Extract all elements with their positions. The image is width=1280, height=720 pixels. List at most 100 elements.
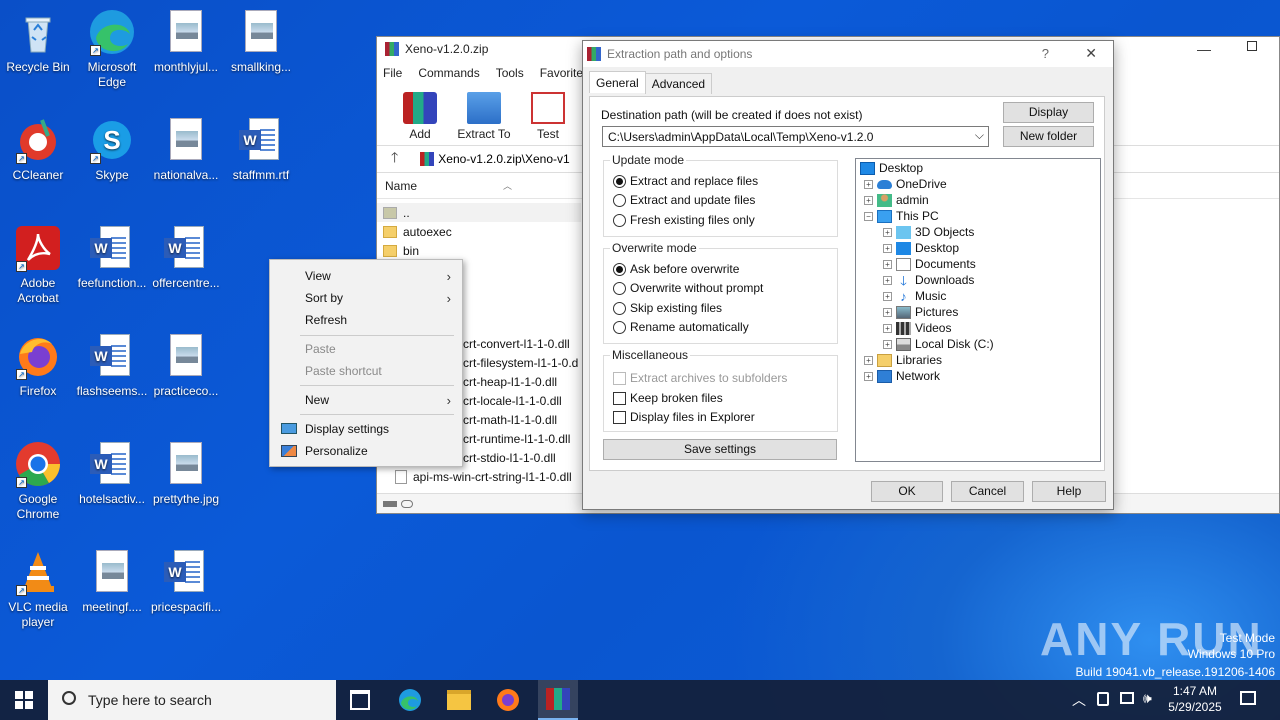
desktop-icon-file[interactable]: W pricespacifi... bbox=[148, 548, 224, 615]
tree-item-this-pc[interactable]: − This PC bbox=[864, 208, 939, 224]
tree-item-downloads[interactable]: + 🡓 Downloads bbox=[883, 272, 974, 288]
usb-icon[interactable] bbox=[1097, 692, 1109, 706]
checkbox-extract-subfolders[interactable]: Extract archives to subfolders bbox=[613, 371, 787, 385]
menu-item-sort-by[interactable]: Sort by › bbox=[271, 287, 461, 309]
desktop-icon-skype[interactable]: S ↗ Skype bbox=[74, 116, 150, 183]
tree-item-desktop[interactable]: Desktop bbox=[860, 160, 923, 176]
desktop-icon-recycle-bin[interactable]: Recycle Bin bbox=[0, 8, 76, 75]
tab-advanced[interactable]: Advanced bbox=[644, 73, 713, 94]
expand-icon[interactable]: + bbox=[864, 179, 873, 189]
close-icon[interactable]: ✕ bbox=[1085, 45, 1097, 62]
taskbar-search-box[interactable]: Type here to search bbox=[48, 680, 336, 720]
maximize-icon[interactable] bbox=[1247, 41, 1257, 51]
chevron-up-icon[interactable]: ︿ bbox=[1072, 690, 1086, 710]
desktop-icon-file[interactable]: practiceco... bbox=[148, 332, 224, 399]
radio-extract-update[interactable]: Extract and update files bbox=[613, 193, 755, 207]
desktop-icon-file[interactable]: W hotelsactiv... bbox=[74, 440, 150, 507]
menu-commands[interactable]: Commands bbox=[418, 66, 479, 80]
radio-overwrite-no-prompt[interactable]: Overwrite without prompt bbox=[613, 281, 763, 295]
desktop-icon-file[interactable]: prettythe.jpg bbox=[148, 440, 224, 507]
ok-button[interactable]: OK bbox=[871, 481, 943, 502]
tree-item-onedrive[interactable]: + OneDrive bbox=[864, 176, 947, 192]
desktop-icon-file[interactable]: W staffmm.rtf bbox=[223, 116, 299, 183]
list-item[interactable]: api-ms-win-crt-string-l1-1-0.dll bbox=[377, 467, 578, 486]
expand-icon[interactable]: + bbox=[883, 291, 892, 301]
notification-icon[interactable] bbox=[1240, 691, 1256, 705]
expand-icon[interactable]: + bbox=[883, 307, 892, 317]
destination-path-combo[interactable]: C:\Users\admin\AppData\Local\Temp\Xeno-v… bbox=[602, 126, 989, 147]
menu-item-new[interactable]: New › bbox=[271, 389, 461, 411]
expand-icon[interactable]: + bbox=[883, 227, 892, 237]
expand-icon[interactable]: + bbox=[883, 323, 892, 333]
up-arrow-icon[interactable]: 🡑 bbox=[391, 147, 398, 171]
menu-item-personalize[interactable]: Personalize bbox=[271, 440, 461, 462]
tree-item-3d-objects[interactable]: +3D Objects bbox=[883, 224, 974, 240]
archive-path[interactable]: Xeno-v1.2.0.zip\Xeno-v1 bbox=[420, 152, 570, 166]
menu-item-view[interactable]: View › bbox=[271, 265, 461, 287]
help-button[interactable]: Help bbox=[1032, 481, 1106, 502]
desktop-icon-file[interactable]: W offercentre... bbox=[148, 224, 224, 291]
tree-item-network[interactable]: + Network bbox=[864, 368, 940, 384]
menu-tools[interactable]: Tools bbox=[496, 66, 524, 80]
tree-item-videos[interactable]: + Videos bbox=[883, 320, 951, 336]
menu-file[interactable]: File bbox=[383, 66, 402, 80]
folder-tree[interactable]: Desktop + OneDrive + admin − This PC +3D Ob… bbox=[855, 158, 1101, 462]
desktop-icon-file[interactable]: smallking... bbox=[223, 8, 299, 75]
expand-icon[interactable]: + bbox=[864, 371, 873, 381]
menu-item-refresh[interactable]: Refresh bbox=[271, 309, 461, 331]
checkbox-keep-broken[interactable]: Keep broken files bbox=[613, 391, 723, 405]
clock[interactable]: 1:47 AM 5/29/2025 bbox=[1164, 683, 1226, 715]
minimize-icon[interactable]: — bbox=[1197, 41, 1211, 57]
menu-item-display-settings[interactable]: Display settings bbox=[271, 418, 461, 440]
menu-item-paste-shortcut[interactable]: Paste shortcut bbox=[271, 360, 461, 382]
desktop-icon-chrome[interactable]: ↗ Google Chrome bbox=[0, 440, 76, 522]
add-button[interactable]: Add bbox=[391, 92, 449, 141]
desktop-icon-file[interactable]: W flashseems... bbox=[74, 332, 150, 399]
desktop-icon-firefox[interactable]: ↗ Firefox bbox=[0, 332, 76, 399]
radio-fresh-existing[interactable]: Fresh existing files only bbox=[613, 213, 755, 227]
volume-icon[interactable]: 🕪 bbox=[1143, 690, 1152, 707]
desktop-icon-file[interactable]: W feefunction... bbox=[74, 224, 150, 291]
tree-item-music[interactable]: + ♪ Music bbox=[883, 288, 946, 304]
collapse-icon[interactable]: − bbox=[864, 211, 873, 221]
tree-item-admin[interactable]: + admin bbox=[864, 192, 929, 208]
desktop-icon-ccleaner[interactable]: ↗ CCleaner bbox=[0, 116, 76, 183]
tab-general[interactable]: General bbox=[589, 71, 646, 93]
save-settings-button[interactable]: Save settings bbox=[603, 439, 837, 460]
tree-item-documents[interactable]: + Documents bbox=[883, 256, 976, 272]
desktop-icon-vlc[interactable]: ↗ VLC media player bbox=[0, 548, 76, 630]
tree-item-pictures[interactable]: + Pictures bbox=[883, 304, 958, 320]
tree-item-libraries[interactable]: + Libraries bbox=[864, 352, 942, 368]
expand-icon[interactable]: + bbox=[883, 259, 892, 269]
display-button[interactable]: Display bbox=[1003, 102, 1094, 123]
list-item[interactable]: .. bbox=[377, 203, 581, 222]
expand-icon[interactable]: + bbox=[883, 275, 892, 285]
taskbar-firefox[interactable] bbox=[496, 688, 520, 715]
desktop-icon-acrobat[interactable]: ↗ Adobe Acrobat bbox=[0, 224, 76, 306]
tree-item-desktop-pc[interactable]: + Desktop bbox=[883, 240, 959, 256]
cancel-button[interactable]: Cancel bbox=[951, 481, 1024, 502]
start-button[interactable] bbox=[0, 680, 48, 720]
radio-ask-overwrite[interactable]: Ask before overwrite bbox=[613, 262, 739, 276]
desktop-icon-file[interactable]: meetingf.... bbox=[74, 548, 150, 615]
test-button[interactable]: Test bbox=[519, 92, 577, 141]
menu-item-paste[interactable]: Paste bbox=[271, 338, 461, 360]
radio-rename-auto[interactable]: Rename automatically bbox=[613, 320, 749, 334]
expand-icon[interactable]: + bbox=[883, 339, 892, 349]
new-folder-button[interactable]: New folder bbox=[1003, 126, 1094, 147]
taskbar-edge[interactable] bbox=[398, 688, 422, 715]
taskbar-explorer[interactable] bbox=[447, 690, 471, 710]
help-icon[interactable]: ? bbox=[1042, 46, 1049, 61]
tree-item-local-disk[interactable]: + Local Disk (C:) bbox=[883, 336, 994, 352]
expand-icon[interactable]: + bbox=[864, 195, 873, 205]
network-icon[interactable] bbox=[1120, 692, 1134, 704]
taskbar-winrar[interactable] bbox=[538, 680, 578, 720]
checkbox-display-explorer[interactable]: Display files in Explorer bbox=[613, 410, 755, 424]
desktop-icon-edge[interactable]: ↗ Microsoft Edge bbox=[74, 8, 150, 90]
expand-icon[interactable]: + bbox=[883, 243, 892, 253]
extract-to-button[interactable]: Extract To bbox=[455, 92, 513, 141]
task-view-button[interactable] bbox=[350, 690, 370, 710]
chevron-down-icon[interactable]: ⌵ bbox=[975, 128, 984, 143]
expand-icon[interactable]: + bbox=[864, 355, 873, 365]
desktop-icon-file[interactable]: nationalva... bbox=[148, 116, 224, 183]
